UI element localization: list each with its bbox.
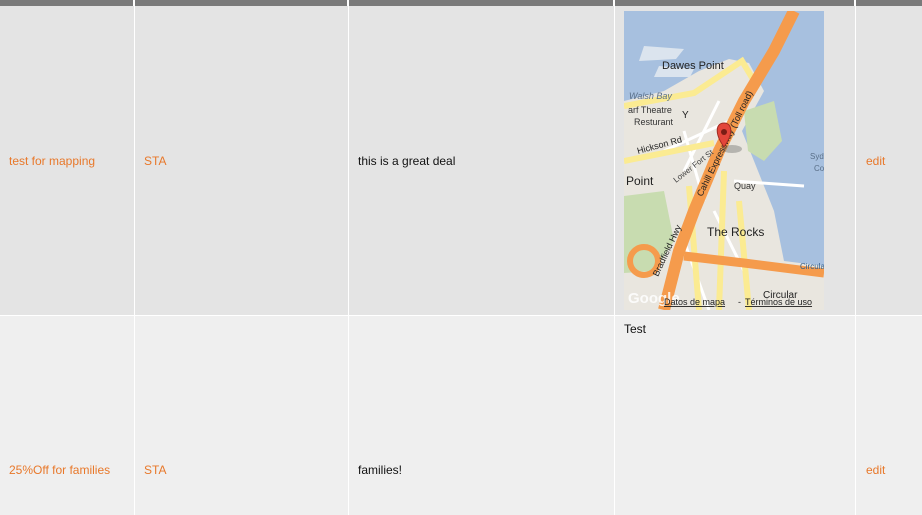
column-divider bbox=[348, 6, 349, 515]
map-data-link[interactable]: Datos de mapa bbox=[664, 297, 725, 307]
label-cove: Co bbox=[814, 164, 824, 173]
label-wharf-theatre: arf Theatre bbox=[628, 105, 672, 115]
edit-link[interactable]: edit bbox=[866, 154, 885, 168]
attribution-separator: - bbox=[738, 297, 741, 307]
label-sydney-cove: Syd bbox=[810, 152, 824, 161]
terms-of-use-link[interactable]: Términos de uso bbox=[745, 297, 812, 307]
deal-description: this is a great deal bbox=[358, 154, 456, 168]
label-dawes-point: Dawes Point bbox=[662, 60, 724, 72]
label-circular-quay: Circular Quay bbox=[800, 262, 824, 271]
edit-link[interactable]: edit bbox=[866, 463, 885, 477]
deal-description: families! bbox=[358, 463, 403, 477]
deal-notes: Test bbox=[624, 322, 647, 336]
label-restaurant: Resturant bbox=[634, 117, 674, 127]
deal-code-link[interactable]: STA bbox=[144, 463, 166, 477]
location-map[interactable]: Dawes Point Walsh Bay arf Theatre Restur… bbox=[624, 11, 824, 310]
column-divider bbox=[614, 6, 615, 515]
column-divider bbox=[855, 6, 856, 515]
column-divider bbox=[134, 6, 135, 515]
deal-title-link[interactable]: 25%Off for families bbox=[9, 463, 110, 477]
deal-code-link[interactable]: STA bbox=[144, 154, 166, 168]
table-row bbox=[0, 316, 922, 515]
label-the-rocks: The Rocks bbox=[707, 225, 764, 239]
label-walsh-bay: Walsh Bay bbox=[629, 91, 672, 101]
deal-title-link[interactable]: test for mapping bbox=[9, 154, 95, 168]
restaurant-icon: Y bbox=[682, 110, 689, 121]
label-quay: Quay bbox=[734, 181, 756, 191]
label-point: Point bbox=[626, 174, 654, 188]
